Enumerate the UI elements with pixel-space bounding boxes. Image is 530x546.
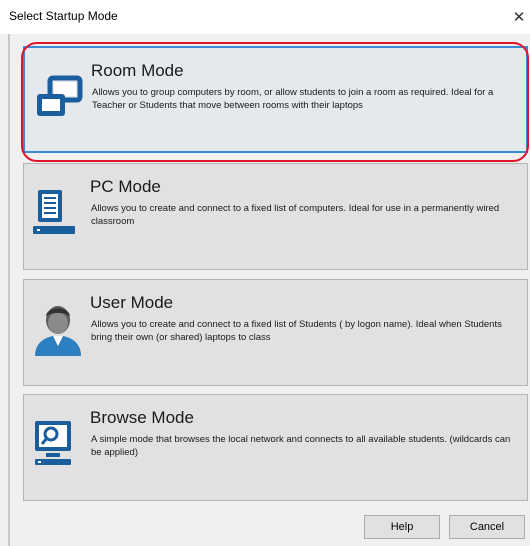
cancel-button[interactable]: Cancel bbox=[449, 515, 525, 539]
close-icon: ✕ bbox=[512, 9, 526, 26]
pc-mode-option[interactable]: PC Mode Allows you to create and connect… bbox=[23, 163, 528, 270]
pc-mode-title: PC Mode bbox=[90, 177, 161, 196]
title-bar: Select Startup Mode ✕ bbox=[0, 0, 530, 34]
browse-mode-description: A simple mode that browses the local net… bbox=[91, 434, 511, 458]
room-mode-option[interactable]: Room Mode Allows you to group computers … bbox=[23, 46, 528, 153]
help-button[interactable]: Help bbox=[364, 515, 440, 539]
browse-mode-option[interactable]: Browse Mode A simple mode that browses t… bbox=[23, 394, 528, 501]
user-mode-icon bbox=[35, 306, 81, 356]
pc-mode-icon bbox=[33, 190, 75, 234]
browse-mode-title: Browse Mode bbox=[90, 408, 194, 427]
user-mode-title: User Mode bbox=[90, 293, 174, 312]
window-title: Select Startup Mode bbox=[9, 9, 118, 23]
left-divider bbox=[8, 34, 10, 546]
user-mode-description: Allows you to create and connect to a fi… bbox=[91, 319, 502, 343]
room-mode-icon bbox=[37, 75, 83, 116]
startup-mode-dialog: Select Startup Mode ✕ Room Mode Allows y… bbox=[0, 0, 530, 546]
room-mode-description: Allows you to group computers by room, o… bbox=[92, 87, 494, 111]
close-button[interactable]: ✕ bbox=[508, 0, 530, 34]
browse-mode-icon bbox=[35, 421, 71, 465]
pc-mode-description: Allows you to create and connect to a fi… bbox=[91, 203, 500, 227]
user-mode-option[interactable]: User Mode Allows you to create and conne… bbox=[23, 279, 528, 386]
room-mode-title: Room Mode bbox=[91, 61, 184, 80]
